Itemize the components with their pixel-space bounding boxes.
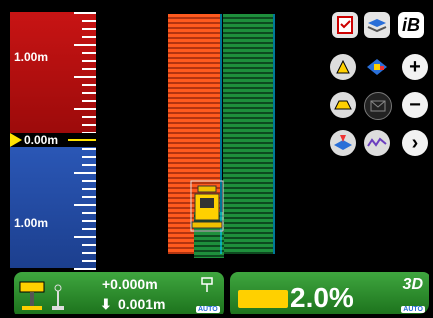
sensor-icon (52, 284, 64, 310)
blade-icon (19, 281, 45, 310)
zoom-out-icon[interactable]: − (402, 92, 428, 118)
zoom-out-symbol: − (409, 94, 421, 116)
zero-line (68, 139, 96, 141)
gauge-tick (74, 12, 96, 14)
layers-icon[interactable] (364, 12, 390, 38)
receiver-icon (201, 277, 213, 292)
gauge-tick (82, 100, 96, 102)
gauge-tick (82, 164, 96, 166)
gauge-tick (82, 52, 96, 54)
cut-fill-value: +0.000m (102, 276, 158, 292)
down-arrow-icon: ⬇ (100, 296, 112, 312)
gauge-tick (82, 68, 96, 70)
gauge-tick (82, 60, 96, 62)
gauge-tick (74, 204, 96, 206)
gauge-tick (82, 260, 96, 262)
ib-logo-text: iB (402, 14, 420, 35)
next-symbol: › (411, 132, 419, 154)
gauge-tick (74, 44, 96, 46)
design-surface-icon[interactable] (330, 92, 356, 118)
machine-control-screen: 1.00m 0.00m 1.00m iB + − › +0.000m ⬇ 0.0… (4, 4, 429, 314)
gauge-tick (82, 124, 96, 126)
gauge-tick (82, 148, 96, 150)
lower-scale-label: 1.00m (14, 216, 49, 230)
bucket-icon[interactable] (330, 130, 356, 156)
slope-indicator (238, 290, 288, 308)
mode-3d-label: 3D (402, 276, 423, 293)
message-icon[interactable] (364, 92, 392, 120)
gauge-tick (82, 28, 96, 30)
gauge-tick (82, 116, 96, 118)
surface-view-icon[interactable] (364, 54, 390, 80)
slope-panel[interactable]: 2.0% 3D AUTO (230, 272, 429, 314)
depth-gauge: 1.00m 0.00m 1.00m (10, 12, 96, 270)
gauge-tick (82, 92, 96, 94)
gauge-tick (82, 84, 96, 86)
gauge-tick (82, 188, 96, 190)
gauge-tick (74, 268, 96, 270)
next-icon[interactable]: › (402, 130, 428, 156)
zoom-in-icon[interactable]: + (402, 54, 428, 80)
gauge-tick (82, 36, 96, 38)
gauge-tick (82, 212, 96, 214)
gauge-tick (74, 236, 96, 238)
zoom-in-symbol: + (409, 56, 421, 78)
gauge-tick (82, 20, 96, 22)
auto-badge-right: AUTO (401, 306, 425, 313)
checklist-icon[interactable] (332, 12, 358, 38)
gauge-tick (82, 156, 96, 158)
gauge-tick (74, 108, 96, 110)
elevation-panel[interactable]: +0.000m ⬇ 0.001m AUTO (14, 272, 224, 314)
ib-logo-icon[interactable]: iB (398, 12, 424, 38)
gauge-tick (74, 172, 96, 174)
secondary-value: 0.001m (118, 296, 166, 312)
gauge-tick (82, 220, 96, 222)
dozer-icon (190, 180, 224, 232)
gauge-tick (82, 252, 96, 254)
fill-swath (223, 14, 273, 254)
zero-arrow-icon (10, 133, 22, 147)
offset-icon[interactable] (330, 54, 356, 80)
auto-badge-left: AUTO (196, 306, 220, 313)
gauge-tick (82, 244, 96, 246)
zero-label: 0.00m (24, 133, 59, 147)
slope-value: 2.0% (290, 282, 354, 313)
upper-scale-label: 1.00m (14, 50, 49, 64)
gauge-tick (82, 180, 96, 182)
gauge-tick (74, 76, 96, 78)
gauge-tick (82, 196, 96, 198)
gauge-tick (82, 228, 96, 230)
swath-edge (273, 14, 275, 254)
profile-icon[interactable] (364, 130, 390, 156)
